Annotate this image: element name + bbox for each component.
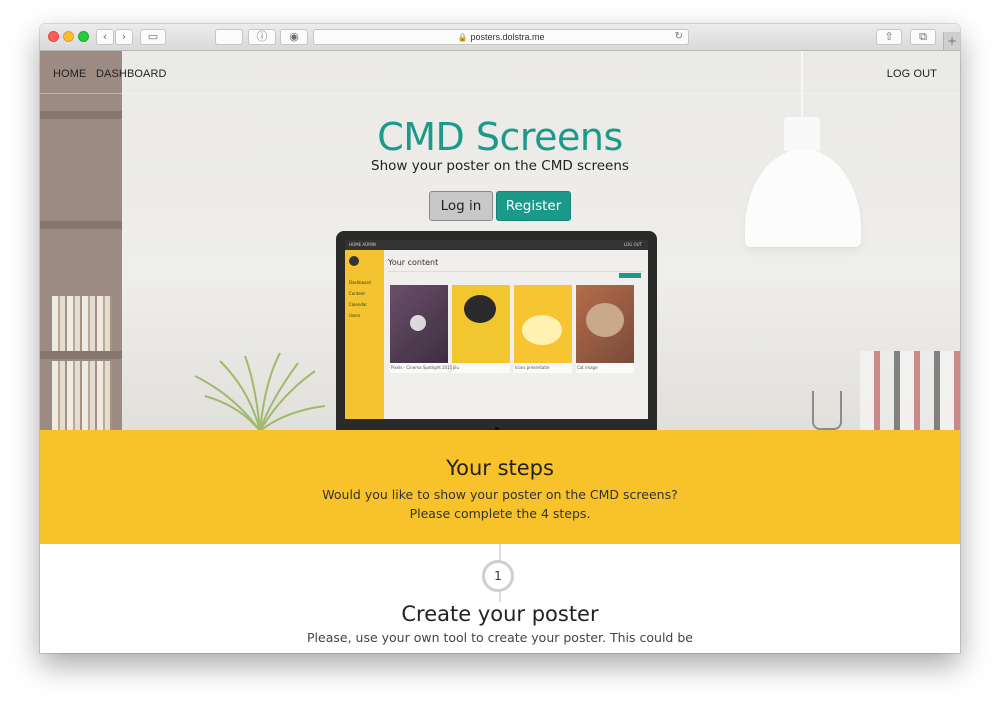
info-icon[interactable]: ⓘ (248, 29, 276, 45)
register-button[interactable]: Register (496, 191, 571, 221)
back-icon[interactable]: ‹ (96, 29, 114, 45)
blank-tab-button[interactable] (215, 29, 243, 45)
browser-toolbar: ‹ › ▭ ⓘ ◉ 🔒 posters.dolstra.me ↻ ⇧ ⧉ + (40, 24, 960, 51)
plus-icon[interactable]: + (943, 32, 960, 50)
forward-icon[interactable]: › (115, 29, 133, 45)
address-bar[interactable]: 🔒 posters.dolstra.me ↻ (313, 29, 689, 45)
mockup-thumb (576, 285, 634, 363)
step-title: Create your poster (401, 602, 599, 626)
octopus-shape (464, 295, 496, 323)
nav-home-link[interactable]: HOME (53, 68, 86, 80)
cat-shape (586, 303, 624, 337)
mockup-divider (388, 271, 643, 272)
mockup-sidebar: Dashboard Content Calendar Users (345, 250, 384, 419)
share-icon[interactable]: ⇧ (876, 29, 902, 45)
reload-icon[interactable]: ↻ (675, 30, 683, 44)
close-window-button[interactable] (48, 31, 59, 42)
extension-icon[interactable]: ◉ (280, 29, 308, 45)
nav-logout-link[interactable]: LOG OUT (887, 68, 937, 80)
step-section: 1 Create your poster Please, use your ow… (40, 544, 960, 653)
mockup-caption: Jilu (453, 365, 459, 370)
mockup-sidebar-item: Calendar (349, 302, 367, 307)
mockup-card: Jilu (452, 285, 510, 373)
mockup-add-button (619, 273, 641, 278)
hero-section: HOME DASHBOARD LOG OUT CMD Screens Show … (40, 51, 960, 430)
step-description: Please, use your own tool to create your… (307, 630, 693, 645)
mockup-nav-right: LOG OUT (623, 242, 642, 247)
mockup-avatar (349, 256, 359, 266)
sidebar-icon[interactable]: ▭ (140, 29, 166, 45)
mockup-nav: HOME ADMIN LOG OUT (345, 240, 648, 250)
minimize-window-button[interactable] (63, 31, 74, 42)
mockup-thumb (514, 285, 572, 363)
nav-dashboard-link[interactable]: DASHBOARD (96, 68, 167, 80)
browser-window: ‹ › ▭ ⓘ ◉ 🔒 posters.dolstra.me ↻ ⇧ ⧉ + H… (40, 24, 960, 653)
mockup-card: Cat image (576, 285, 634, 373)
mockup-thumb (390, 285, 448, 363)
steps-title: Your steps (446, 456, 554, 480)
step-number-badge: 1 (482, 560, 514, 592)
zoom-window-button[interactable] (78, 31, 89, 42)
mockup-sidebar-item: Users (349, 313, 361, 318)
page-subtitle: Show your poster on the CMD screens (371, 158, 629, 174)
lock-icon: 🔒 (457, 33, 468, 42)
nav-divider (40, 93, 960, 94)
mockup-thumb (452, 285, 510, 363)
mockup-caption: Cat image (577, 365, 598, 370)
mockup-heading: Your content (388, 258, 439, 267)
play-icon (410, 315, 426, 331)
mockup-sidebar-item: Dashboard (349, 280, 371, 285)
page-title: CMD Screens (377, 115, 623, 159)
mockup-caption: Pixels - Cinema Spotlight 2015... (391, 365, 457, 370)
mockup-caption: Icons presentatie (515, 365, 550, 370)
mockup-nav-left: HOME ADMIN (349, 242, 376, 247)
mockup-card: Icons presentatie (514, 285, 572, 373)
mockup-card: Pixels - Cinema Spotlight 2015... (390, 285, 456, 373)
mockup-sidebar-item: Content (349, 291, 365, 296)
steps-section: Your steps Would you like to show your p… (40, 430, 960, 544)
steps-description: Would you like to show your poster on th… (322, 487, 678, 521)
icons-shape (522, 315, 562, 345)
tabs-icon[interactable]: ⧉ (910, 29, 936, 45)
url-text: posters.dolstra.me (470, 32, 545, 42)
login-button[interactable]: Log in (429, 191, 493, 221)
step-connector (499, 592, 501, 602)
laptop-screen: HOME ADMIN LOG OUT Dashboard Content Cal… (345, 240, 648, 419)
laptop-mockup-image: HOME ADMIN LOG OUT Dashboard Content Cal… (336, 231, 657, 430)
